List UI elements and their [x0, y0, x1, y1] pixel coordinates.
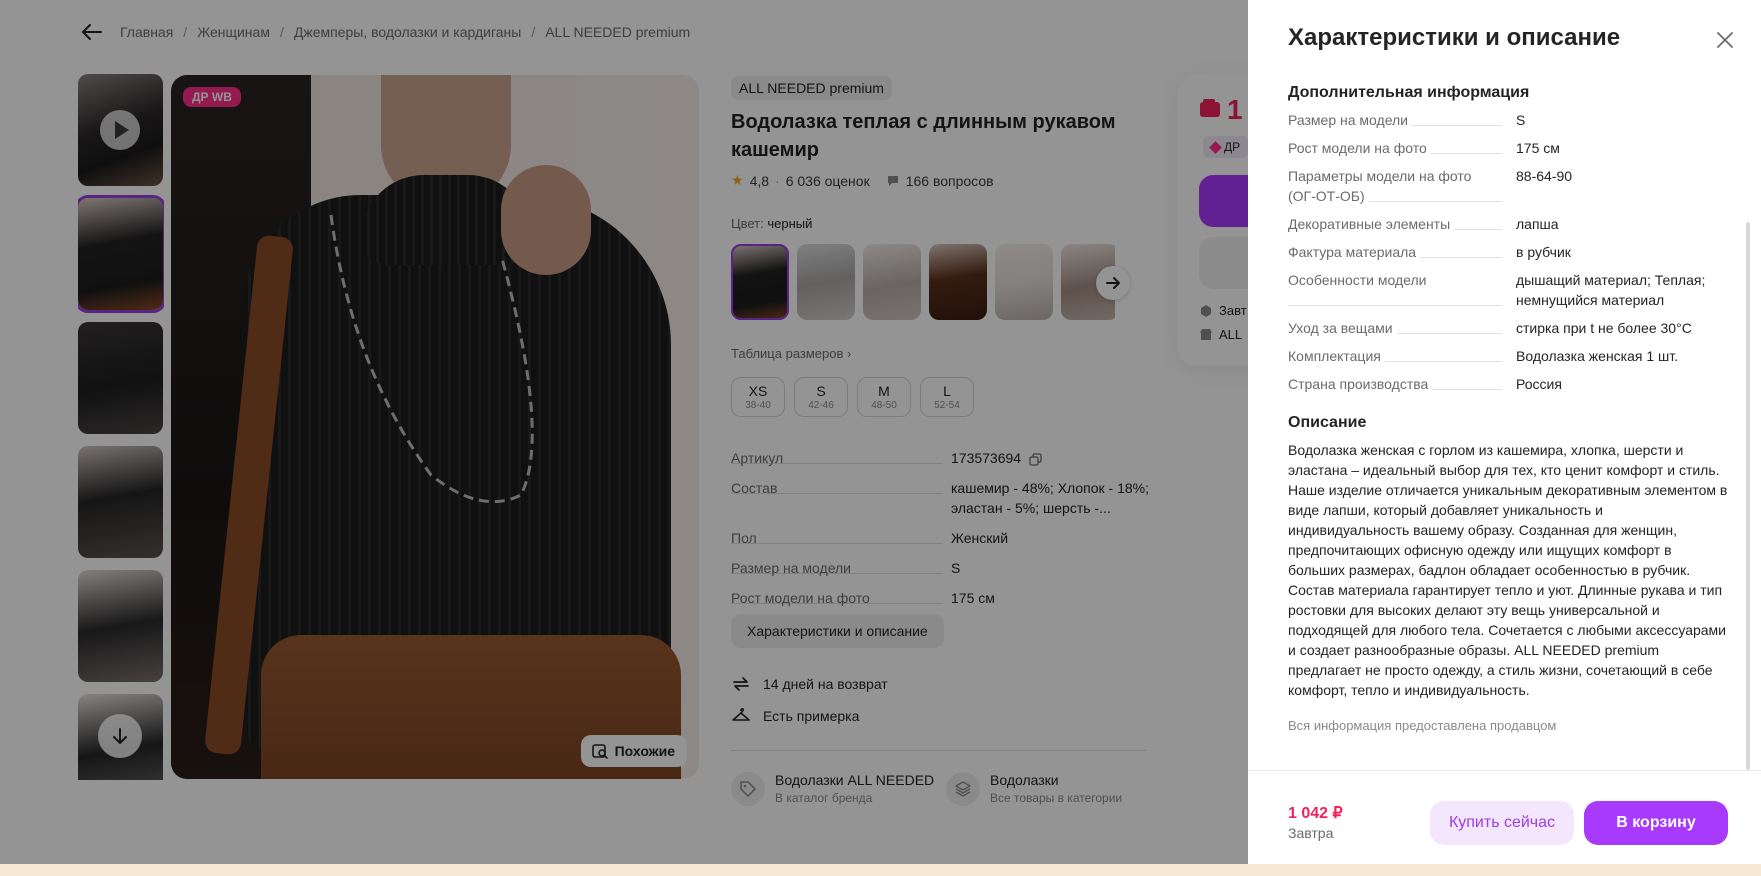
extra-info-key-text: Комплектация [1288, 348, 1385, 364]
extra-info-key: Размер на модели [1288, 110, 1516, 130]
extra-info-row: Фактура материала в рубчик [1288, 242, 1728, 262]
extra-info-value: Россия [1516, 376, 1562, 392]
extra-info-key-text: Размер на модели [1288, 112, 1412, 128]
extra-info-key-text: Параметры модели на фото (ОГ-ОТ-ОБ) [1288, 168, 1472, 204]
panel-content: Дополнительная информация Размер на моде… [1288, 84, 1728, 768]
extra-info-key: Страна производства [1288, 374, 1516, 394]
extra-info-row: Уход за вещами стирка при t не более 30°C [1288, 318, 1728, 338]
extra-info-key-text: Уход за вещами [1288, 320, 1397, 336]
seller-note: Вся информация предоставлена продавцом [1288, 718, 1557, 733]
extra-info-value: лапша [1516, 216, 1559, 232]
extra-info-row: Параметры модели на фото (ОГ-ОТ-ОБ) 88-64… [1288, 166, 1728, 206]
extra-info-key-text: Декоративные элементы [1288, 216, 1455, 232]
extra-info-key: Фактура материала [1288, 242, 1516, 262]
extra-info-row: Комплектация Водолазка женская 1 шт. [1288, 346, 1728, 366]
extra-info-value: Водолазка женская 1 шт. [1516, 348, 1679, 364]
extra-info-row: Особенности модели дышащий материал; Тепл… [1288, 270, 1728, 310]
extra-info-row: Страна производства Россия [1288, 374, 1728, 394]
extra-info-title: Дополнительная информация [1288, 84, 1530, 101]
extra-info-list: Размер на модели S Рост модели на фото 175 … [1288, 110, 1728, 394]
extra-info-key-text: Фактура материала [1288, 244, 1421, 260]
extra-info-key: Параметры модели на фото (ОГ-ОТ-ОБ) [1288, 166, 1516, 206]
characteristics-panel: Характеристики и описание Дополнительная… [1248, 0, 1761, 864]
scrollbar[interactable] [1746, 222, 1750, 770]
product-page: Главная / Женщинам / Джемперы, водолазки… [0, 0, 1248, 876]
panel-title: Характеристики и описание [1288, 24, 1621, 51]
description-text: Водолазка женская с горлом из кашемира, … [1288, 442, 1728, 698]
close-icon [1717, 32, 1733, 48]
extra-info-row: Рост модели на фото 175 см [1288, 138, 1728, 158]
extra-info-key-text: Страна производства [1288, 376, 1433, 392]
bottom-strip [0, 864, 1761, 876]
extra-info-value: 175 см [1516, 140, 1560, 156]
extra-info-key: Декоративные элементы [1288, 214, 1516, 234]
extra-info-key: Рост модели на фото [1288, 138, 1516, 158]
extra-info-key: Комплектация [1288, 346, 1516, 366]
extra-info-key-text: Особенности модели [1288, 272, 1431, 288]
footer-price: 1 042 ₽ [1288, 805, 1343, 822]
panel-footer: 1 042 ₽ Завтра Купить сейчас В корзину [1248, 770, 1761, 864]
extra-info-value: стирка при t не более 30°C [1516, 320, 1692, 336]
extra-info-key-text: Рост модели на фото [1288, 140, 1431, 156]
buy-now-button[interactable]: Купить сейчас [1430, 801, 1574, 845]
extra-info-value: дышащий материал; Теплая; немнущийся мат… [1516, 272, 1706, 308]
extra-info-row: Декоративные элементы лапша [1288, 214, 1728, 234]
extra-info-value: 88-64-90 [1516, 168, 1573, 184]
description-title: Описание [1288, 414, 1367, 431]
close-button[interactable] [1713, 28, 1737, 52]
add-to-cart-button[interactable]: В корзину [1584, 801, 1728, 845]
extra-info-row: Размер на модели S [1288, 110, 1728, 130]
extra-info-key: Уход за вещами [1288, 318, 1516, 338]
extra-info-value: в рубчик [1516, 244, 1571, 260]
extra-info-value: S [1516, 112, 1526, 128]
modal-backdrop[interactable] [0, 0, 1248, 876]
footer-delivery: Завтра [1288, 825, 1334, 841]
leader-line [1288, 305, 1502, 306]
extra-info-key: Особенности модели [1288, 270, 1516, 310]
